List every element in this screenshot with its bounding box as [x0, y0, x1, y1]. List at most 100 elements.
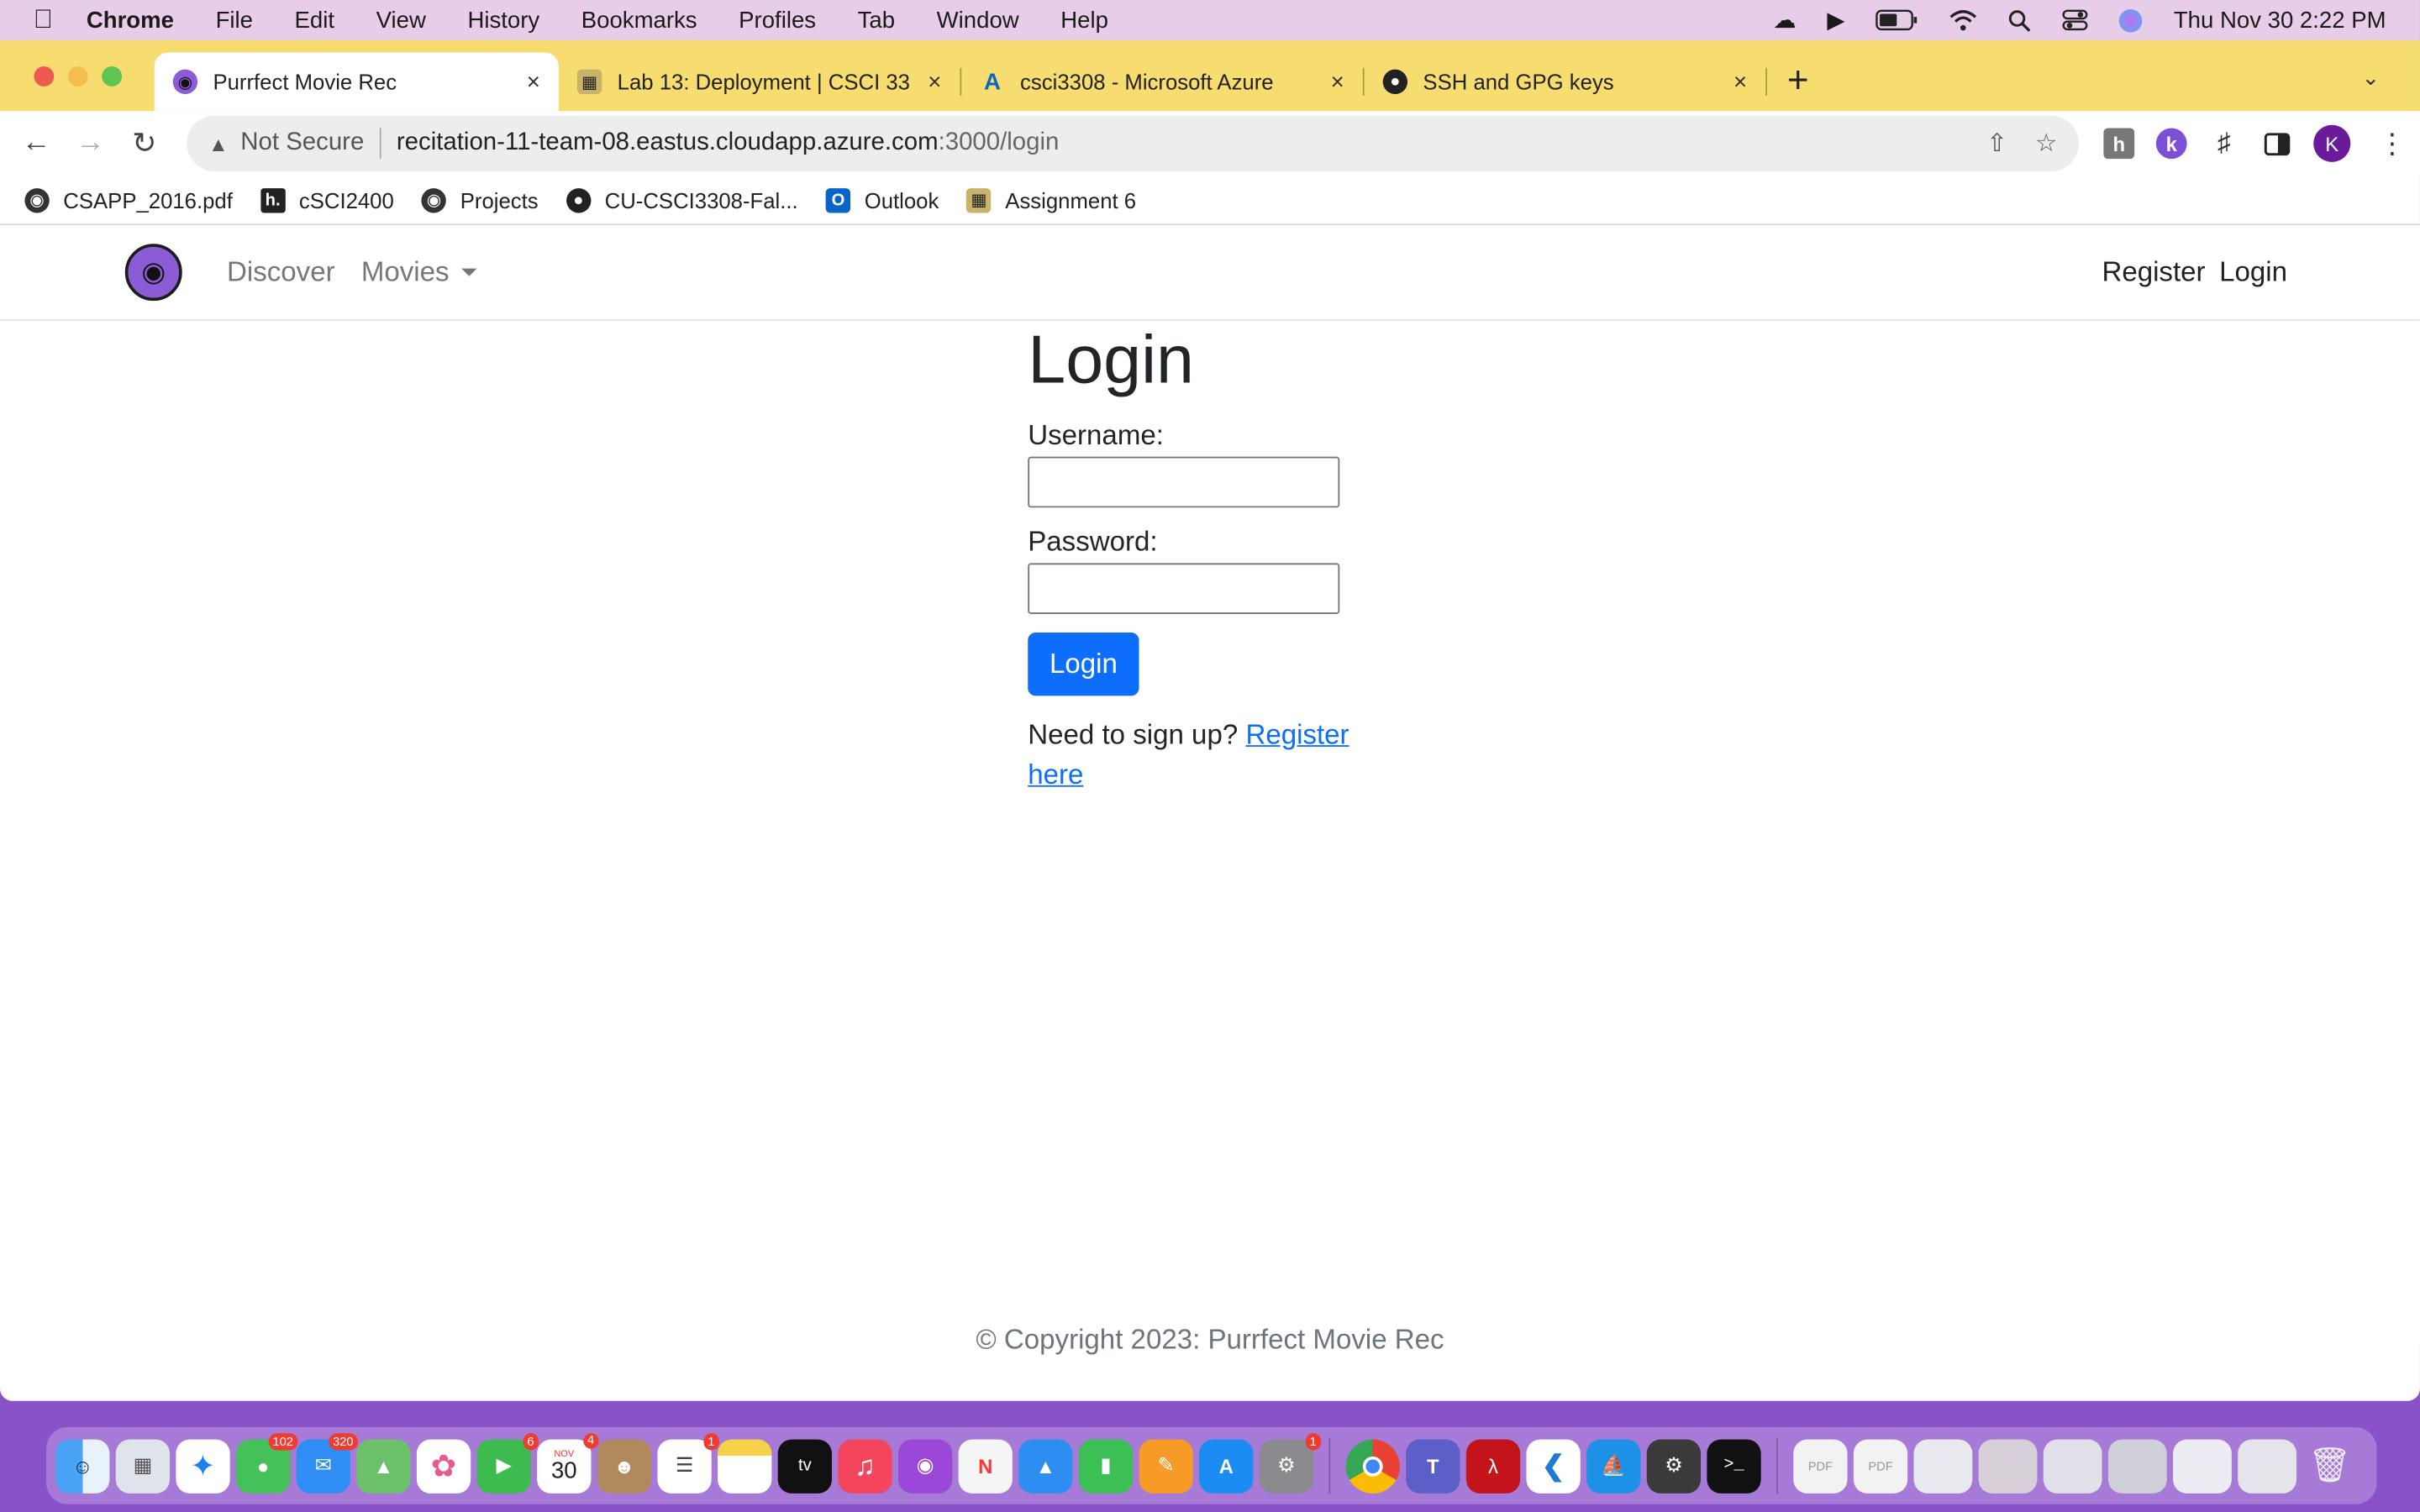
music-icon[interactable]: ♫ [838, 1438, 892, 1494]
safari-icon[interactable]: ✦ [176, 1438, 230, 1494]
menu-tab[interactable]: Tab [858, 7, 895, 33]
battery-icon[interactable] [1876, 9, 1918, 31]
menu-window[interactable]: Window [937, 7, 1019, 33]
reminders-icon[interactable]: ☰ 1 [657, 1432, 719, 1494]
reload-icon[interactable]: ↻ [118, 126, 171, 161]
menu-history[interactable]: History [467, 7, 539, 33]
messages-icon[interactable]: ● 102 [236, 1432, 298, 1494]
mail-icon[interactable]: ✉ 320 [296, 1432, 359, 1494]
menubar-clock[interactable]: Thu Nov 30 2:22 PM [2174, 7, 2386, 33]
menu-help[interactable]: Help [1060, 7, 1108, 33]
dock-divider [1776, 1437, 1778, 1494]
tab-close-icon[interactable]: × [1331, 69, 1344, 95]
wifi-icon[interactable] [1950, 9, 1978, 31]
warning-triangle-icon[interactable]: ▲ [208, 132, 229, 155]
url-path[interactable]: :3000/login [939, 129, 1060, 157]
profile-avatar[interactable]: K [2313, 124, 2351, 162]
pdf-document-icon[interactable]: PDF [1793, 1438, 1848, 1494]
tab-close-icon[interactable]: × [527, 69, 540, 95]
back-arrow-icon[interactable]: ← [9, 127, 63, 160]
not-secure-label[interactable]: Not Secure [240, 129, 364, 157]
side-panel-icon[interactable] [2261, 128, 2292, 159]
siri-icon[interactable] [2119, 8, 2144, 32]
recent-window-thumbnail[interactable] [1913, 1438, 1973, 1494]
menu-edit[interactable]: Edit [295, 7, 334, 33]
share-icon[interactable]: ⇧ [1986, 128, 2007, 159]
minimize-window-button[interactable] [67, 66, 88, 87]
tab-lab-13-deployment[interactable]: ▦ Lab 13: Deployment | CSCI 33 × [559, 52, 960, 111]
photos-icon[interactable]: ✿ [416, 1438, 471, 1494]
nav-login-link[interactable]: Login [2219, 256, 2287, 289]
zoom-window-button[interactable] [102, 66, 123, 87]
facetime-icon[interactable]: ▶ 6 [476, 1432, 539, 1494]
menu-profiles[interactable]: Profiles [739, 7, 816, 33]
keynote-icon[interactable]: ▲ [1018, 1438, 1073, 1494]
recent-window-thumbnail-2[interactable] [1978, 1438, 2038, 1494]
nav-discover-link[interactable]: Discover [227, 256, 335, 289]
teams-icon[interactable]: T [1406, 1438, 1460, 1494]
play-icon[interactable]: ▶ [1827, 6, 1844, 34]
calendar-icon[interactable]: NOV 30 4 [537, 1432, 599, 1494]
spotlight-search-icon[interactable] [2008, 8, 2032, 32]
login-submit-button[interactable]: Login [1028, 633, 1139, 696]
close-window-button[interactable] [34, 66, 55, 87]
trash-icon[interactable]: 🗑 [2302, 1439, 2356, 1493]
paw-logo-icon[interactable]: ◉ [124, 244, 182, 302]
recent-window-thumbnail-4[interactable] [2107, 1438, 2167, 1494]
forward-arrow-icon[interactable]: → [63, 127, 117, 160]
news-icon[interactable]: N [958, 1438, 1013, 1494]
bookmark-csapp[interactable]: ◉ CSAPP_2016.pdf [24, 187, 233, 213]
weather-icon[interactable]: ☁ [1773, 6, 1797, 34]
bookmark-projects[interactable]: ◉ Projects [421, 187, 539, 213]
puzzle-extensions-icon[interactable]: ♯ [2208, 128, 2239, 159]
k-extension-icon[interactable]: k [2155, 128, 2187, 160]
url-host[interactable]: recitation-11-team-08.eastus.cloudapp.az… [397, 129, 939, 157]
username-input[interactable] [1028, 456, 1340, 508]
nav-register-link[interactable]: Register [2102, 256, 2205, 289]
tab-close-icon[interactable]: × [928, 69, 941, 95]
nav-movies-dropdown[interactable]: Movies [361, 256, 477, 289]
password-input[interactable] [1028, 563, 1340, 615]
bookmark-outlook[interactable]: O Outlook [825, 187, 939, 213]
contacts-icon[interactable]: ☻ [597, 1438, 652, 1494]
apple-icon[interactable]:  [0, 5, 87, 36]
menu-bookmarks[interactable]: Bookmarks [581, 7, 697, 33]
pdf-document-icon-2[interactable]: PDF [1853, 1438, 1908, 1494]
tab-close-icon[interactable]: × [1733, 69, 1747, 95]
new-tab-button[interactable]: + [1767, 52, 1828, 111]
recent-window-thumbnail-6[interactable] [2238, 1438, 2297, 1494]
notes-icon[interactable] [718, 1438, 772, 1494]
tab-microsoft-azure[interactable]: A csci3308 - Microsoft Azure × [961, 52, 1363, 111]
menu-file[interactable]: File [216, 7, 253, 33]
menu-app-name[interactable]: Chrome [87, 7, 174, 33]
bookmark-cu-csci3308[interactable]: ● CU-CSCI3308-Fal... [566, 187, 798, 213]
honey-extension-icon[interactable]: h [2103, 128, 2135, 160]
finder-icon[interactable]: ☺ [55, 1438, 110, 1494]
podcasts-icon[interactable]: ◉ [897, 1438, 953, 1494]
launchpad-icon[interactable]: ▦ [115, 1438, 171, 1494]
postman-icon[interactable]: ⚙ [1646, 1438, 1702, 1494]
tab-ssh-gpg-keys[interactable]: ● SSH and GPG keys × [1365, 52, 1766, 111]
recent-window-thumbnail-3[interactable] [2043, 1438, 2102, 1494]
numbers-icon[interactable]: ▮ [1078, 1438, 1134, 1494]
pages-icon[interactable]: ✎ [1139, 1438, 1193, 1494]
control-center-icon[interactable] [2063, 9, 2089, 31]
acrobat-icon[interactable]: λ [1465, 1438, 1521, 1494]
maps-icon[interactable]: ▲ [356, 1438, 411, 1494]
more-menu-icon[interactable]: ⋮ [2378, 128, 2406, 160]
vscode-icon[interactable]: ❮ [1526, 1438, 1581, 1494]
apple-tv-icon[interactable]: tv [777, 1438, 832, 1494]
address-bar[interactable]: ▲ Not Secure recitation-11-team-08.eastu… [187, 115, 2080, 171]
system-settings-icon[interactable]: ⚙ 1 [1259, 1432, 1322, 1494]
bookmark-csci2400[interactable]: h. cSCI2400 [260, 187, 394, 213]
bookmark-star-icon[interactable]: ☆ [2035, 128, 2057, 159]
menu-view[interactable]: View [376, 7, 426, 33]
tab-search-chevron-icon[interactable]: ⌄ [2362, 65, 2381, 91]
tab-purrfect-movie-rec[interactable]: ◉ Purrfect Movie Rec × [154, 52, 559, 112]
bookmark-assignment-6[interactable]: ▦ Assignment 6 [966, 187, 1136, 213]
terminal-icon[interactable]: >_ [1707, 1438, 1761, 1494]
docker-icon[interactable]: ⛵ [1586, 1438, 1641, 1494]
chrome-icon[interactable] [1345, 1438, 1400, 1494]
app-store-icon[interactable]: A [1199, 1438, 1254, 1494]
recent-window-thumbnail-5[interactable] [2173, 1438, 2232, 1494]
